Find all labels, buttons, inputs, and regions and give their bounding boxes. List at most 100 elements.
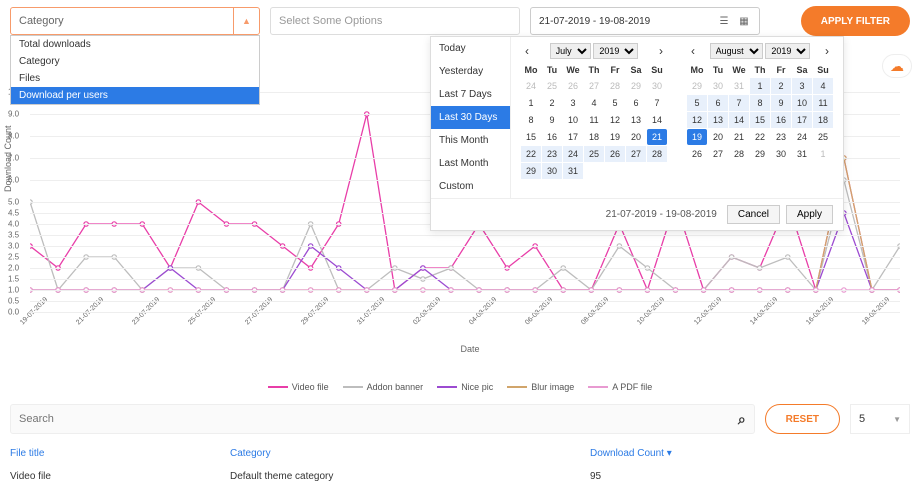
day-cell[interactable]: 27 <box>584 78 604 94</box>
day-cell[interactable]: 26 <box>687 146 707 162</box>
day-cell[interactable]: 24 <box>792 129 812 145</box>
legend-item[interactable]: A PDF file <box>588 382 652 392</box>
day-cell[interactable]: 31 <box>729 78 749 94</box>
dropdown-item[interactable]: Files <box>11 70 259 87</box>
day-cell[interactable]: 18 <box>584 129 604 145</box>
day-cell[interactable]: 24 <box>521 78 541 94</box>
next-month-icon[interactable]: › <box>821 44 833 58</box>
day-cell[interactable]: 2 <box>542 95 562 111</box>
day-cell[interactable]: 1 <box>813 146 833 162</box>
day-cell[interactable]: 30 <box>647 78 667 94</box>
legend-item[interactable]: Addon banner <box>343 382 424 392</box>
day-cell[interactable]: 23 <box>771 129 791 145</box>
legend-item[interactable]: Blur image <box>507 382 574 392</box>
day-cell[interactable]: 5 <box>605 95 625 111</box>
day-cell[interactable]: 6 <box>708 95 728 111</box>
day-cell[interactable]: 29 <box>626 78 646 94</box>
prev-month-icon[interactable]: ‹ <box>687 44 699 58</box>
cancel-button[interactable]: Cancel <box>727 205 780 224</box>
day-cell[interactable]: 4 <box>813 78 833 94</box>
day-cell[interactable]: 28 <box>605 78 625 94</box>
day-cell[interactable]: 11 <box>813 95 833 111</box>
prev-month-icon[interactable]: ‹ <box>521 44 533 58</box>
next-month-icon[interactable]: › <box>655 44 667 58</box>
multi-select[interactable]: Select Some Options <box>270 7 520 35</box>
dropdown-item[interactable]: Total downloads <box>11 36 259 53</box>
day-cell[interactable]: 28 <box>729 146 749 162</box>
day-cell[interactable]: 18 <box>813 112 833 128</box>
day-cell[interactable]: 25 <box>542 78 562 94</box>
range-option[interactable]: Yesterday <box>431 60 510 83</box>
day-cell[interactable]: 14 <box>729 112 749 128</box>
day-cell[interactable]: 28 <box>647 146 667 162</box>
day-cell[interactable]: 4 <box>584 95 604 111</box>
day-cell[interactable]: 27 <box>708 146 728 162</box>
reset-button[interactable]: RESET <box>765 404 840 434</box>
day-cell[interactable]: 24 <box>563 146 583 162</box>
day-cell[interactable]: 10 <box>792 95 812 111</box>
day-cell[interactable]: 27 <box>626 146 646 162</box>
day-cell[interactable]: 8 <box>521 112 541 128</box>
day-cell[interactable]: 25 <box>584 146 604 162</box>
day-cell[interactable]: 15 <box>750 112 770 128</box>
day-cell[interactable]: 22 <box>521 146 541 162</box>
apply-filter-button[interactable]: APPLY FILTER <box>801 6 910 36</box>
search-icon[interactable]: ⌕ <box>738 411 746 428</box>
day-cell[interactable]: 10 <box>563 112 583 128</box>
day-cell[interactable]: 25 <box>813 129 833 145</box>
day-cell[interactable]: 15 <box>521 129 541 145</box>
day-cell[interactable]: 9 <box>542 112 562 128</box>
table-row[interactable]: Video fileDefault theme category95 <box>10 465 910 488</box>
day-cell[interactable]: 1 <box>521 95 541 111</box>
day-cell[interactable]: 16 <box>771 112 791 128</box>
day-cell[interactable]: 3 <box>792 78 812 94</box>
day-cell[interactable]: 20 <box>708 129 728 145</box>
month-select-right[interactable]: August <box>710 43 763 59</box>
search-box[interactable]: ⌕ <box>10 404 755 434</box>
legend-item[interactable]: Nice pic <box>437 382 493 392</box>
day-cell[interactable]: 8 <box>750 95 770 111</box>
legend-item[interactable]: Video file <box>268 382 329 392</box>
day-cell[interactable]: 1 <box>750 78 770 94</box>
range-option[interactable]: This Month <box>431 129 510 152</box>
day-cell[interactable]: 19 <box>687 129 707 145</box>
day-cell[interactable]: 5 <box>687 95 707 111</box>
range-option[interactable]: Last 7 Days <box>431 83 510 106</box>
day-cell[interactable]: 26 <box>563 78 583 94</box>
day-cell[interactable]: 23 <box>542 146 562 162</box>
day-cell[interactable]: 31 <box>792 146 812 162</box>
day-cell[interactable]: 21 <box>729 129 749 145</box>
col-category[interactable]: Category <box>230 448 590 459</box>
day-cell[interactable]: 31 <box>563 163 583 179</box>
day-cell[interactable]: 2 <box>771 78 791 94</box>
day-cell[interactable]: 7 <box>729 95 749 111</box>
day-cell[interactable]: 30 <box>542 163 562 179</box>
day-cell[interactable]: 12 <box>687 112 707 128</box>
day-cell[interactable]: 16 <box>542 129 562 145</box>
range-option[interactable]: Custom <box>431 175 510 198</box>
day-cell[interactable]: 17 <box>563 129 583 145</box>
col-download-count[interactable]: Download Count ▾ <box>590 448 910 459</box>
cloud-upload-icon[interactable]: ☁ <box>882 54 912 78</box>
day-cell[interactable]: 3 <box>563 95 583 111</box>
page-size-select[interactable]: 5 ▼ <box>850 404 910 434</box>
apply-button[interactable]: Apply <box>786 205 833 224</box>
year-select-left[interactable]: 2019 <box>593 43 638 59</box>
day-cell[interactable]: 21 <box>647 129 667 145</box>
day-cell[interactable]: 19 <box>605 129 625 145</box>
dropdown-item[interactable]: Download per users <box>11 87 259 104</box>
month-select-left[interactable]: July <box>550 43 591 59</box>
day-cell[interactable]: 30 <box>771 146 791 162</box>
day-cell[interactable]: 17 <box>792 112 812 128</box>
day-cell[interactable]: 11 <box>584 112 604 128</box>
col-file-title[interactable]: File title <box>10 448 230 459</box>
day-cell[interactable]: 22 <box>750 129 770 145</box>
day-cell[interactable]: 29 <box>521 163 541 179</box>
year-select-right[interactable]: 2019 <box>765 43 810 59</box>
range-option[interactable]: Last Month <box>431 152 510 175</box>
search-input[interactable] <box>19 413 738 425</box>
day-cell[interactable]: 12 <box>605 112 625 128</box>
day-cell[interactable]: 30 <box>708 78 728 94</box>
day-cell[interactable]: 6 <box>626 95 646 111</box>
category-dropdown[interactable]: Category ▲ Total downloadsCategoryFilesD… <box>10 7 260 35</box>
